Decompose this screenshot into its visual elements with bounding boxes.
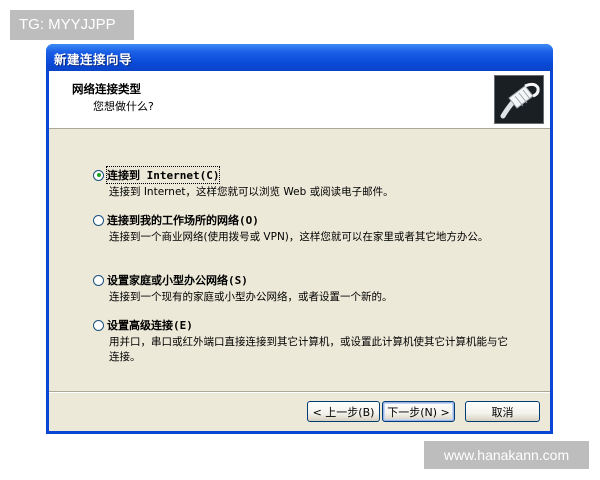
- separator: [49, 391, 550, 393]
- radio-advanced[interactable]: [93, 319, 104, 331]
- option-home-network-label[interactable]: 设置家庭或小型办公网络(S): [107, 272, 248, 288]
- watermark: www.hanakann.com: [424, 441, 589, 469]
- tag-badge: TG: MYYJJPP: [10, 10, 134, 40]
- radio-home-network[interactable]: [93, 274, 104, 286]
- option-internet[interactable]: 连接到 Internet(C) 连接到 Internet，这样您就可以浏览 We…: [93, 166, 513, 200]
- option-internet-label[interactable]: 连接到 Internet(C): [105, 166, 221, 184]
- radio-internet[interactable]: [93, 169, 104, 181]
- window-title: 新建连接向导: [54, 52, 133, 67]
- option-advanced-description: 用并口，串口或红外端口直接连接到其它计算机，或设置此计算机使其它计算机能与它连接…: [109, 336, 508, 363]
- wizard-header: 网络连接类型 您想做什么?: [49, 71, 550, 129]
- dialog-body: 网络连接类型 您想做什么? 连接到 Internet(C) 连接到 Intern…: [49, 71, 550, 431]
- option-internet-description: 连接到 Internet，这样您就可以浏览 Web 或阅读电子邮件。: [109, 186, 394, 198]
- next-button[interactable]: 下一步(N) >: [382, 401, 455, 422]
- option-workplace-description: 连接到一个商业网络(使用拨号或 VPN)，这样您就可以在家里或者其它地方办公。: [109, 231, 489, 243]
- network-cable-icon: [494, 75, 544, 124]
- cancel-button[interactable]: 取消: [465, 401, 540, 422]
- option-home-network-description: 连接到一个现有的家庭或小型办公网络，或者设置一个新的。: [109, 291, 393, 303]
- wizard-window: 新建连接向导 网络连接类型 您想做什么? 连接到 Internet(C) 连接到…: [46, 44, 553, 434]
- canvas: TG: MYYJJPP 新建连接向导 网络连接类型 您想做什么? 连接到 Int…: [0, 0, 600, 480]
- title-bar[interactable]: 新建连接向导: [46, 44, 553, 71]
- option-workplace[interactable]: 连接到我的工作场所的网络(O) 连接到一个商业网络(使用拨号或 VPN)，这样您…: [93, 212, 513, 245]
- radio-workplace[interactable]: [93, 214, 104, 226]
- option-advanced-label[interactable]: 设置高级连接(E): [107, 317, 193, 333]
- option-advanced[interactable]: 设置高级连接(E) 用并口，串口或红外端口直接连接到其它计算机，或设置此计算机使…: [93, 317, 513, 365]
- back-button[interactable]: < 上一步(B): [307, 401, 380, 422]
- option-workplace-label[interactable]: 连接到我的工作场所的网络(O): [107, 212, 259, 228]
- option-home-network[interactable]: 设置家庭或小型办公网络(S) 连接到一个现有的家庭或小型办公网络，或者设置一个新…: [93, 272, 513, 305]
- page-subtitle: 您想做什么?: [93, 100, 154, 113]
- page-title: 网络连接类型: [72, 82, 141, 96]
